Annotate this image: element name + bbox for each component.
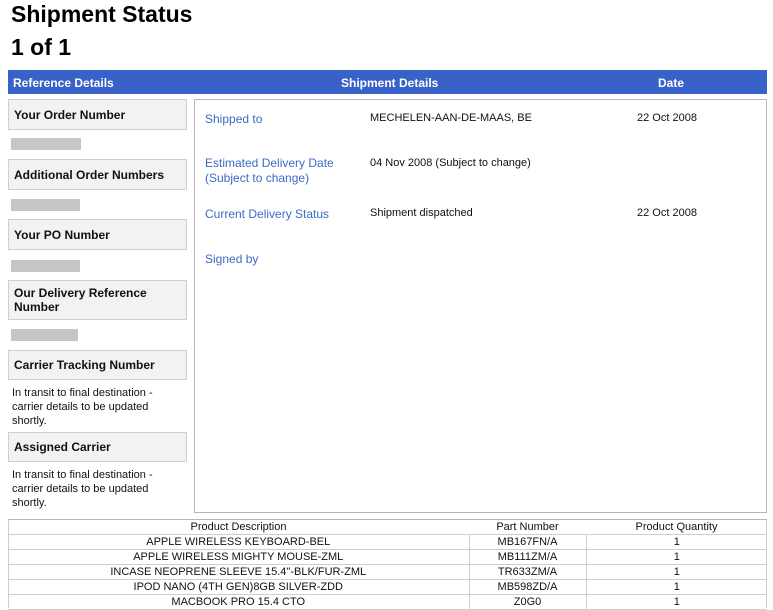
- part-number: MB167FN/A: [468, 534, 587, 550]
- table-row: APPLE WIRELESS KEYBOARD-BEL MB167FN/A 1: [8, 534, 767, 550]
- part-number-header: Part Number: [469, 520, 586, 535]
- signed-by-label: Signed by: [205, 252, 259, 266]
- delivery-status-value: Shipment dispatched: [370, 207, 473, 219]
- product-quantity: 1: [586, 534, 767, 550]
- product-quantity-header: Product Quantity: [586, 520, 767, 535]
- assigned-carrier-text: In transit to final destination - carrie…: [12, 469, 153, 509]
- shipped-to-label: Shipped to: [205, 112, 263, 126]
- delivery-reference-label: Our Delivery Reference Number: [8, 280, 187, 320]
- header-date: Date: [658, 76, 685, 90]
- redacted-additional-numbers: [11, 199, 80, 211]
- product-quantity: 1: [586, 579, 767, 595]
- redacted-delivery-reference: [11, 329, 78, 341]
- product-quantity: 1: [586, 549, 767, 565]
- estimated-delivery-label: Estimated Delivery Date (Subject to chan…: [205, 156, 334, 185]
- product-description-header: Product Description: [8, 520, 469, 535]
- shipped-to-value: MECHELEN-AAN-DE-MAAS, BE: [370, 112, 532, 124]
- table-row: MACBOOK PRO 15.4 CTO Z0G0 1: [8, 594, 767, 610]
- assigned-carrier-label: Assigned Carrier: [8, 432, 187, 462]
- product-quantity: 1: [586, 564, 767, 580]
- table-row: INCASE NEOPRENE SLEEVE 15.4"-BLK/FUR-ZML…: [8, 564, 767, 580]
- product-description: IPOD NANO (4TH GEN)8GB SILVER-ZDD: [8, 579, 469, 595]
- page-title: Shipment Status: [11, 1, 193, 27]
- product-description: INCASE NEOPRENE SLEEVE 15.4"-BLK/FUR-ZML: [8, 564, 469, 580]
- product-description: APPLE WIRELESS MIGHTY MOUSE-ZML: [8, 549, 469, 565]
- products-table: Product Description Part Number Product …: [8, 520, 767, 610]
- header-reference-details: Reference Details: [13, 76, 114, 90]
- products-header-row: Product Description Part Number Product …: [8, 520, 767, 535]
- tracking-number-label: Carrier Tracking Number: [8, 350, 187, 380]
- product-description: MACBOOK PRO 15.4 CTO: [8, 594, 469, 610]
- additional-order-numbers-label: Additional Order Numbers: [8, 159, 187, 190]
- part-number: Z0G0: [468, 594, 587, 610]
- part-number: MB598ZD/A: [468, 579, 587, 595]
- delivery-status-date: 22 Oct 2008: [637, 207, 697, 219]
- estimated-delivery-value: 04 Nov 2008 (Subject to change): [370, 157, 531, 169]
- product-quantity: 1: [586, 594, 767, 610]
- redacted-order-number: [11, 138, 81, 150]
- part-number: TR633ZM/A: [468, 564, 587, 580]
- part-number: MB111ZM/A: [468, 549, 587, 565]
- table-row: APPLE WIRELESS MIGHTY MOUSE-ZML MB111ZM/…: [8, 549, 767, 565]
- order-number-label: Your Order Number: [8, 99, 187, 130]
- header-shipment-details: Shipment Details: [341, 76, 439, 90]
- table-row: IPOD NANO (4TH GEN)8GB SILVER-ZDD MB598Z…: [8, 579, 767, 595]
- tracking-number-text: In transit to final destination - carrie…: [12, 387, 153, 427]
- delivery-status-label: Current Delivery Status: [205, 207, 330, 221]
- redacted-po-number: [11, 260, 80, 272]
- product-description: APPLE WIRELESS KEYBOARD-BEL: [8, 534, 469, 550]
- shipped-to-date: 22 Oct 2008: [637, 112, 697, 124]
- details-header-bar: Reference Details Shipment Details Date: [8, 70, 767, 94]
- page-count: 1 of 1: [11, 34, 72, 60]
- po-number-label: Your PO Number: [8, 219, 187, 250]
